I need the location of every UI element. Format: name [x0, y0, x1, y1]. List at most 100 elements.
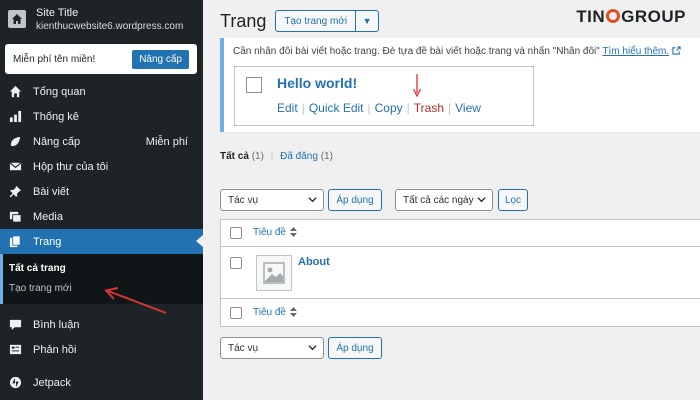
column-title-label: Tiêu đề [253, 227, 286, 238]
page-title-link[interactable]: About [298, 256, 330, 268]
sidebar-item-label: Thống kê [33, 110, 79, 123]
brand-text-start: TIN [576, 7, 606, 26]
filter-all-count: (1) [251, 151, 264, 162]
table-row: About [221, 247, 700, 297]
media-icon [8, 210, 22, 224]
apply-button-top[interactable]: Áp dụng [328, 189, 382, 211]
learn-more-link[interactable]: Tìm hiểu thêm. [602, 46, 669, 57]
site-header[interactable]: Site Title kienthucwebsite6.wordpress.co… [0, 0, 203, 38]
sidebar-item-label: Phản hồi [33, 343, 77, 356]
filter-published-count: (1) [320, 151, 333, 162]
preview-quick-edit-action: Quick Edit [308, 101, 364, 115]
bulk-action-select-top[interactable]: Tác vụ [220, 189, 324, 211]
column-title-label: Tiêu đề [253, 307, 286, 318]
action-separator: | [367, 101, 371, 115]
action-separator: | [448, 101, 452, 115]
page-thumbnail-icon [256, 255, 292, 291]
bulk-action-select-bottom[interactable]: Tác vụ [220, 337, 324, 359]
sidebar-item-feedback[interactable]: Phản hồi [0, 337, 203, 362]
external-link-icon [672, 46, 681, 55]
comments-icon [8, 318, 22, 332]
pages-table: Tiêu đề About Tiêu đề [220, 219, 700, 327]
submenu-all-pages[interactable]: Tất cả trang [3, 258, 203, 278]
upgrades-icon [8, 135, 22, 149]
annotation-arrow-down-icon [412, 74, 422, 98]
duplicate-notice: Cần nhân đôi bài viết hoặc trang. Đè tựa… [220, 38, 700, 132]
pages-icon [8, 235, 22, 249]
chevron-down-icon [477, 197, 486, 203]
notice-message: Cần nhân đôi bài viết hoặc trang. Đè tựa… [233, 46, 600, 57]
free-badge: Miễn phí [145, 135, 188, 148]
chevron-down-icon [308, 345, 317, 351]
sidebar-item-posts[interactable]: Bài viết [0, 179, 203, 204]
sidebar-item-label: Nâng cấp [33, 135, 81, 148]
menu-spacer [0, 362, 203, 370]
preview-edit-action: Edit [277, 101, 298, 115]
sidebar-item-label: Trang [33, 235, 62, 248]
column-title-header[interactable]: Tiêu đề [253, 227, 297, 238]
date-filter-value: Tất cả các ngày [403, 194, 474, 206]
sidebar-item-inbox[interactable]: Hộp thư của tôi [0, 154, 203, 179]
bulk-action-value: Tác vụ [228, 194, 259, 206]
bulk-action-value: Tác vụ [228, 342, 259, 354]
admin-sidebar: Site Title kienthucwebsite6.wordpress.co… [0, 0, 203, 400]
apply-button-bottom[interactable]: Áp dụng [328, 337, 382, 359]
filter-published[interactable]: Đã đăng [280, 151, 318, 162]
sidebar-item-label: Media [33, 210, 63, 223]
sidebar-item-label: Jetpack [33, 376, 71, 389]
page-title: Trang [220, 10, 267, 31]
preview-copy-action: Copy [374, 101, 403, 115]
page-header: Trang Tạo trang mới ▼ [220, 10, 380, 32]
table-header-row: Tiêu đề [221, 220, 700, 247]
filter-button[interactable]: Lọc [498, 189, 528, 211]
preview-view-action: View [455, 101, 481, 115]
filter-all[interactable]: Tất cả [220, 151, 249, 162]
chevron-down-icon[interactable]: ▼ [356, 11, 378, 31]
sort-icon [289, 307, 297, 317]
pin-icon [8, 185, 22, 199]
chevron-down-icon [308, 197, 317, 203]
upgrade-button[interactable]: Nâng cấp [132, 49, 189, 69]
preview-checkbox [246, 77, 262, 93]
preview-post-title: Hello world! [277, 75, 358, 91]
sidebar-item-dashboard[interactable]: Tổng quan [0, 79, 203, 104]
sidebar-item-pages[interactable]: Trang [0, 229, 203, 254]
sidebar-item-upgrades[interactable]: Nâng cấp Miễn phí [0, 129, 203, 154]
brand-o-icon [606, 9, 621, 23]
add-new-page-button[interactable]: Tạo trang mới [276, 11, 357, 31]
admin-menu: Tổng quan Thống kê Nâng cấp Miễn phí Hộp… [0, 79, 203, 395]
mail-icon [8, 160, 22, 174]
sidebar-item-stats[interactable]: Thống kê [0, 104, 203, 129]
preview-trash-action: Trash [413, 101, 444, 115]
home-icon [8, 10, 26, 28]
status-filters: Tất cả (1) | Đã đăng (1) [220, 151, 333, 162]
site-url: kienthucwebsite6.wordpress.com [36, 20, 184, 32]
site-title: Site Title [36, 6, 79, 19]
brand-logo: TIN GROUP [576, 7, 686, 27]
date-filter-select[interactable]: Tất cả các ngày [395, 189, 493, 211]
sidebar-item-media[interactable]: Media [0, 204, 203, 229]
feedback-icon [8, 343, 22, 357]
preview-row-actions: Edit | Quick Edit | Copy | Trash | View [277, 101, 481, 115]
sidebar-item-jetpack[interactable]: Jetpack [0, 370, 203, 395]
stats-icon [8, 110, 22, 124]
action-separator: | [406, 101, 410, 115]
sort-icon [289, 227, 297, 237]
filter-separator: | [270, 151, 274, 162]
sidebar-item-label: Bình luận [33, 318, 80, 331]
column-title-footer[interactable]: Tiêu đề [253, 307, 297, 318]
add-new-page-split-button: Tạo trang mới ▼ [275, 10, 380, 32]
action-separator: | [301, 101, 305, 115]
sidebar-item-label: Bài viết [33, 185, 70, 198]
main-content: Trang Tạo trang mới ▼ TIN GROUP Cần nhân … [203, 0, 700, 400]
row-checkbox[interactable] [230, 257, 242, 269]
annotation-arrow-left-icon [104, 287, 167, 314]
sidebar-item-label: Tổng quan [33, 85, 86, 98]
select-all-checkbox[interactable] [230, 227, 242, 239]
select-all-checkbox-footer[interactable] [230, 307, 242, 319]
table-footer-row: Tiêu đề [221, 298, 700, 327]
jetpack-icon [8, 376, 22, 390]
free-domain-card: Miễn phí tên miền! Nâng cấp [5, 44, 197, 74]
free-domain-text: Miễn phí tên miền! [13, 53, 96, 65]
notice-text: Cần nhân đôi bài viết hoặc trang. Đè tựa… [233, 46, 681, 57]
